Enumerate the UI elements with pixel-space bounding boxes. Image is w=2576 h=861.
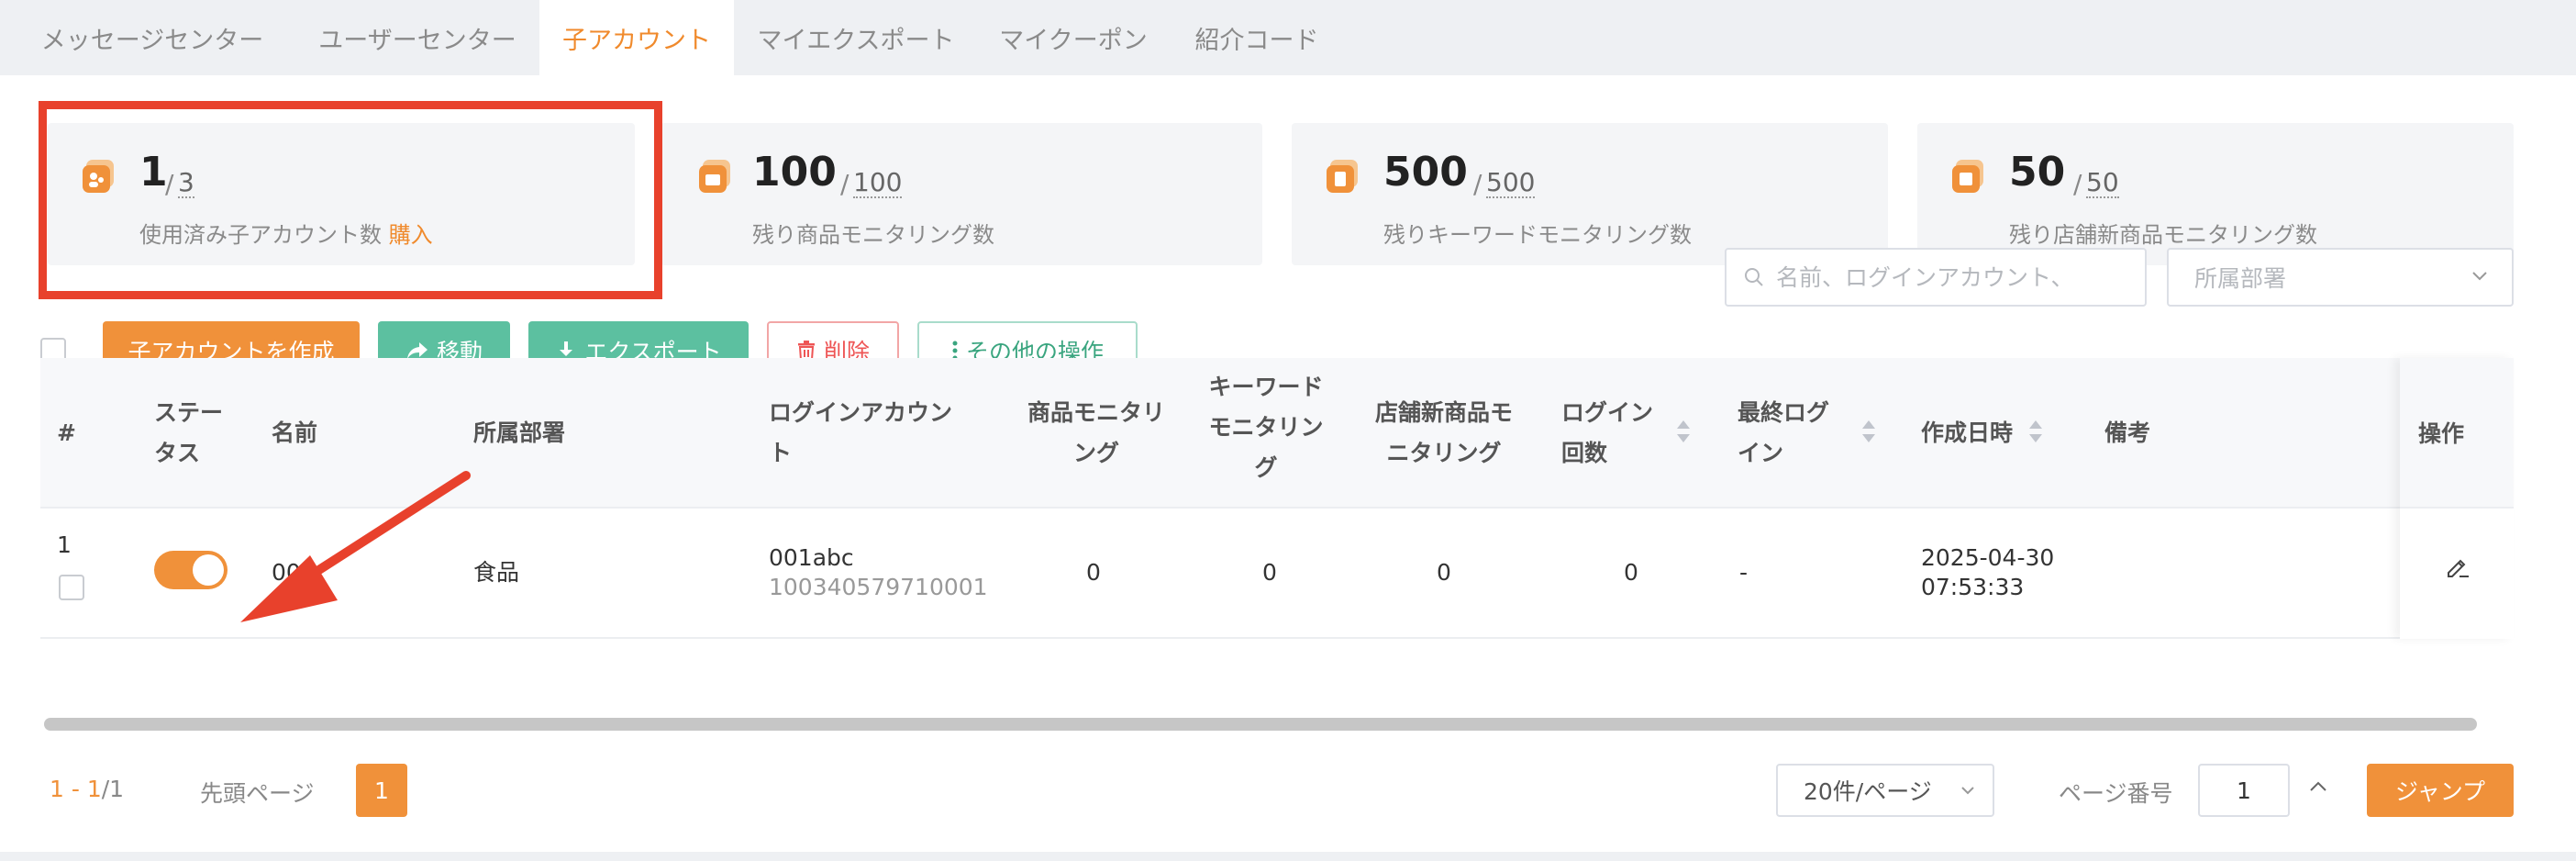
tab-referral-code[interactable]: 紹介コード: [1183, 0, 1330, 75]
row-last-login: -: [1739, 559, 1749, 586]
search-input[interactable]: [1776, 263, 2125, 291]
stat-card-product-monitoring: 100 / 100 残り商品モニタリング数: [661, 123, 1262, 265]
col-product-line: ング: [1072, 440, 1119, 466]
col-shop-line: 店舗新商品モ: [1374, 399, 1513, 426]
stat-card-keyword-monitoring: 500 / 500 残りキーワードモニタリング数: [1292, 123, 1888, 265]
row-shop-monitoring: 0: [1437, 559, 1451, 586]
col-operations: 操作: [2400, 358, 2514, 509]
col-name: 名前: [272, 419, 318, 446]
col-login-line: ト: [769, 440, 793, 466]
col-status: ステー タス: [154, 393, 223, 474]
stat-card-shop-monitoring: 50 / 50 残り店舗新商品モニタリング数: [1917, 123, 2514, 265]
col-keyword-line: グ: [1254, 454, 1278, 481]
col-login-count-line: ログイン: [1561, 399, 1654, 426]
col-shop-line: ニタリング: [1386, 440, 1502, 466]
col-last-login[interactable]: 最終ログ イン: [1738, 393, 1829, 474]
edit-icon[interactable]: [2444, 553, 2471, 580]
stat-label: 残り商品モニタリング数: [752, 222, 994, 248]
annotation-highlight-box: [39, 101, 662, 299]
col-created-at[interactable]: 作成日時: [1921, 413, 2013, 453]
stat-total: 100: [853, 167, 903, 198]
row-name: 001: [272, 559, 316, 586]
tab-bar: メッセージセンター ユーザーセンター 子アカウント マイエクスポート マイクーポ…: [0, 0, 2576, 75]
col-last-login-line: イン: [1738, 440, 1784, 466]
operations-column: 操作: [2400, 358, 2514, 639]
stat-slash: /: [840, 169, 849, 199]
row-login-account: 001abc: [769, 544, 854, 571]
status-toggle-knob: [193, 554, 224, 586]
row-created-time: 07:53:33: [1921, 574, 2025, 600]
department-select[interactable]: 所属部署: [2167, 248, 2514, 307]
col-keyword-line: モニタリン: [1208, 414, 1324, 441]
document-icon: [1327, 160, 1358, 193]
stat-value: 100: [752, 149, 837, 196]
pagination-range-value: 1 - 1: [50, 776, 102, 802]
col-status-line: ステー: [154, 399, 224, 426]
stat-total: 50: [2086, 167, 2119, 198]
page-number-label: ページ番号: [2059, 780, 2173, 807]
row-checkbox[interactable]: [59, 575, 84, 600]
page-number-input[interactable]: [2198, 764, 2290, 817]
row-login-id: 100340579710001: [769, 574, 988, 600]
page-size-select[interactable]: 20件/ページ: [1776, 764, 1994, 817]
col-keyword-line: キーワード: [1208, 374, 1324, 400]
jump-button[interactable]: ジャンプ: [2367, 764, 2514, 817]
page-number-button[interactable]: 1: [356, 764, 407, 817]
chart-icon: [699, 160, 730, 193]
row-index: 1: [57, 531, 72, 558]
sort-icon[interactable]: [1675, 419, 1692, 444]
row-department: 食品: [473, 559, 520, 586]
tab-user-center[interactable]: ユーザーセンター: [303, 0, 532, 75]
stat-label: 残り店舗新商品モニタリング数: [2009, 222, 2317, 248]
col-login-account: ログインアカウン ト: [769, 393, 952, 474]
chevron-down-icon: [1961, 787, 1974, 795]
col-note: 備考: [2104, 419, 2151, 446]
row-keyword-monitoring: 0: [1262, 559, 1277, 586]
pagination-total: /1: [101, 776, 125, 802]
page-size-value: 20件/ページ: [1804, 778, 1932, 805]
search-box: [1725, 248, 2147, 307]
col-keyword-monitoring: キーワード モニタリン グ: [1202, 367, 1330, 488]
sort-icon[interactable]: [2027, 419, 2044, 444]
stat-value: 50: [2009, 149, 2066, 196]
tab-my-coupon[interactable]: マイクーポン: [980, 0, 1167, 75]
chevron-up-icon[interactable]: [2304, 773, 2332, 800]
col-last-login-line: 最終ログ: [1738, 399, 1830, 426]
table-header: # ステー タス 名前 所属部署 ログインアカウン ト 商品モニタリ ング キー…: [40, 358, 2514, 509]
store-icon: [1952, 160, 1983, 193]
search-icon: [1745, 268, 1763, 286]
first-page-link[interactable]: 先頭ページ: [200, 776, 315, 809]
stat-total: 500: [1486, 167, 1536, 198]
col-login-count-line: 回数: [1561, 440, 1608, 466]
col-product-line: 商品モニタリ: [1027, 399, 1165, 426]
col-login-line: ログインアカウン: [769, 399, 953, 426]
sort-icon[interactable]: [1860, 419, 1877, 444]
row-product-monitoring: 0: [1086, 559, 1101, 586]
stat-value: 500: [1383, 149, 1468, 196]
horizontal-scrollbar[interactable]: [44, 718, 2477, 731]
col-status-line: タス: [154, 440, 201, 466]
col-department: 所属部署: [473, 419, 566, 446]
table-row: 1 001 食品 001abc 100340579710001 0 0 0 0 …: [40, 509, 2514, 639]
col-product-monitoring: 商品モニタリ ング: [1018, 393, 1174, 474]
tab-sub-account[interactable]: 子アカウント: [539, 0, 734, 75]
col-index: #: [57, 419, 76, 446]
tab-my-export[interactable]: マイエクスポート: [741, 0, 971, 75]
chevron-down-icon: [2472, 272, 2487, 281]
tab-message-center[interactable]: メッセージセンター: [33, 0, 272, 75]
col-login-count[interactable]: ログイン 回数: [1561, 393, 1653, 474]
department-select-placeholder: 所属部署: [2194, 265, 2287, 292]
stat-slash: /: [2073, 169, 2082, 199]
row-login-count: 0: [1624, 559, 1638, 586]
status-toggle[interactable]: [154, 551, 228, 589]
pagination-range: 1 - 1/1: [50, 776, 124, 802]
col-shop-monitoring: 店舗新商品モ ニタリング: [1365, 393, 1523, 474]
stat-label: 残りキーワードモニタリング数: [1383, 222, 1692, 248]
stat-slash: /: [1473, 169, 1482, 199]
row-created-date: 2025-04-30: [1921, 544, 2055, 571]
